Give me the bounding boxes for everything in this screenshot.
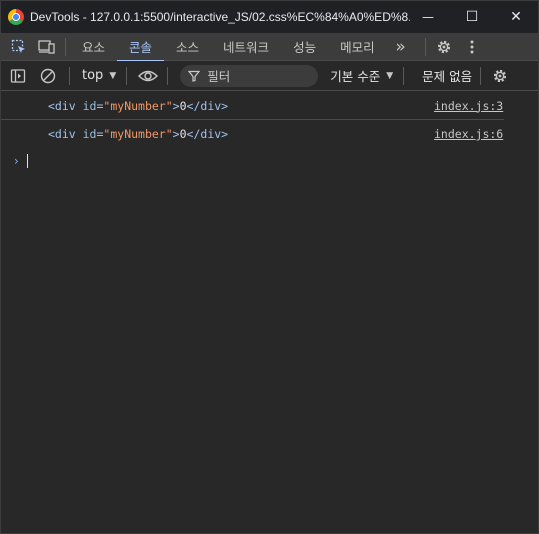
context-selector[interactable]: top ▼ (82, 68, 116, 83)
prompt-chevron-icon: › (14, 154, 19, 168)
log-element-node[interactable]: <div id="myNumber">0</div> (48, 99, 228, 113)
inspect-element-button[interactable] (5, 33, 33, 61)
node-text: 0 (179, 127, 187, 141)
devtools-window: DevTools - 127.0.0.1:5500/interactive_JS… (0, 0, 539, 534)
gear-icon (437, 40, 450, 53)
divider (403, 66, 405, 85)
console-output: <div id="myNumber">0</div> index.js:3 <d… (1, 92, 538, 174)
sidebar-icon (10, 68, 26, 83)
tag-close: > (172, 98, 180, 113)
text-cursor (26, 154, 28, 168)
node-text: 0 (179, 98, 187, 113)
context-value: top (82, 68, 104, 83)
chevron-double-right-icon: » (395, 36, 406, 57)
more-options-button[interactable] (458, 33, 486, 61)
console-prompt[interactable]: › (1, 148, 538, 174)
tag-open: <div (48, 127, 83, 141)
more-tabs-button[interactable]: » (387, 33, 415, 61)
tag-close: > (172, 127, 180, 141)
panel-tab-bar: 요소 콘솔 소스 네트워크 성능 메모리 » (1, 33, 538, 62)
tab-network[interactable]: 네트워크 (211, 33, 281, 61)
clear-icon (40, 68, 56, 83)
tag-open: <div (48, 98, 83, 113)
divider (65, 37, 66, 56)
close-button[interactable]: ✕ (494, 1, 538, 33)
chrome-logo-icon (8, 9, 24, 25)
close-icon: ✕ (510, 9, 522, 25)
divider (480, 66, 482, 85)
sidebar-toggle-button[interactable] (5, 62, 31, 90)
tab-memory[interactable]: 메모리 (328, 33, 387, 61)
tab-performance[interactable]: 성능 (281, 33, 328, 61)
title-bar: DevTools - 127.0.0.1:5500/interactive_JS… (1, 1, 538, 33)
divider (424, 37, 426, 56)
minimize-button[interactable]: — (406, 1, 450, 33)
tab-elements[interactable]: 요소 (70, 33, 117, 61)
caret-down-icon: ▼ (386, 70, 394, 81)
tag-end: </div> (186, 98, 229, 113)
minimize-icon: — (422, 10, 434, 24)
kebab-menu-icon (470, 40, 474, 53)
attr-name: id (82, 127, 97, 141)
maximize-button[interactable]: ☐ (450, 1, 494, 33)
console-message: <div id="myNumber">0</div> index.js:3 (1, 92, 504, 120)
settings-button[interactable] (430, 33, 458, 61)
divider (126, 66, 128, 85)
attr-name: id (82, 98, 97, 113)
divider (167, 66, 169, 85)
filter-input[interactable]: 필터 (180, 64, 319, 87)
filter-placeholder: 필터 (207, 69, 231, 84)
source-link[interactable]: index.js:3 (434, 99, 504, 113)
eye-icon (138, 70, 159, 81)
window-title: DevTools - 127.0.0.1:5500/interactive_JS… (30, 10, 410, 24)
device-toolbar-button[interactable] (33, 33, 61, 61)
device-icon (38, 39, 55, 54)
live-expression-button[interactable] (135, 62, 161, 90)
log-levels-dropdown[interactable]: 기본 수준 ▼ (330, 66, 393, 85)
gear-icon (494, 69, 507, 82)
inspect-icon (11, 39, 25, 53)
clear-console-button[interactable] (35, 62, 61, 90)
caret-down-icon: ▼ (109, 70, 117, 81)
maximize-icon: ☐ (465, 9, 479, 25)
tab-sources[interactable]: 소스 (164, 33, 211, 61)
log-element-node[interactable]: <div id="myNumber">0</div> (48, 127, 228, 141)
source-link[interactable]: index.js:6 (434, 127, 504, 141)
divider (69, 66, 70, 85)
attr-value: "myNumber" (103, 98, 173, 113)
window-controls: — ☐ ✕ (406, 1, 538, 33)
tab-console[interactable]: 콘솔 (117, 33, 165, 62)
tag-end: </div> (186, 127, 229, 141)
console-message: <div id="myNumber">0</div> index.js:6 (1, 120, 538, 148)
issues-counter[interactable]: 문제 없음 (422, 66, 472, 85)
console-settings-button[interactable] (487, 62, 513, 90)
log-levels-label: 기본 수준 (330, 69, 381, 84)
filter-icon (188, 70, 201, 82)
console-toolbar: top ▼ 필터 기본 수준 ▼ 문제 없음 (1, 61, 538, 91)
attr-value: "myNumber" (103, 127, 173, 141)
